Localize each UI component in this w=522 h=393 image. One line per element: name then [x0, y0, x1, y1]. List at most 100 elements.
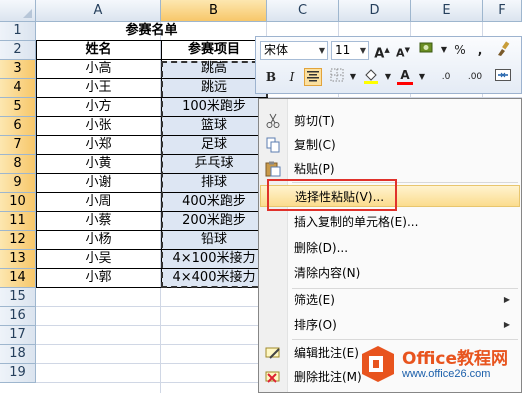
submenu-arrow-icon: ▶ — [503, 295, 510, 304]
name-cell[interactable]: 小高 — [36, 60, 161, 79]
row-header-8[interactable]: 8 — [0, 155, 36, 174]
decrease-decimal-button[interactable]: .00 — [462, 68, 488, 86]
menu-item-label: 排序(O) — [294, 318, 337, 332]
menu-item-paste[interactable]: 粘贴(P) — [260, 158, 520, 180]
menu-item-sort[interactable]: 排序(O) ▶ — [260, 314, 520, 336]
column-header-a[interactable]: A — [36, 0, 161, 22]
table-border — [36, 40, 268, 41]
watermark: Office教程网 www.office26.com — [356, 338, 522, 393]
chevron-down-icon[interactable]: ▼ — [360, 42, 366, 59]
row-header-18[interactable]: 18 — [0, 345, 36, 364]
name-cell[interactable]: 小吴 — [36, 250, 161, 269]
percent-button[interactable]: % — [451, 41, 469, 59]
row-header-12[interactable]: 12 — [0, 231, 36, 250]
name-cell[interactable]: 小周 — [36, 193, 161, 212]
center-align-button[interactable] — [304, 68, 322, 86]
chevron-down-icon[interactable]: ▼ — [413, 68, 431, 86]
table-title-cell[interactable]: 参赛名单 — [36, 22, 267, 41]
menu-item-insert-copied-cells[interactable]: 插入复制的单元格(E)... — [260, 211, 520, 233]
name-cell[interactable]: 小郑 — [36, 136, 161, 155]
row-header-14[interactable]: 14 — [0, 269, 36, 288]
menu-item-label: 编辑批注(E) — [294, 346, 359, 360]
row-header-4[interactable]: 4 — [0, 79, 36, 98]
table-border — [36, 59, 268, 60]
chevron-down-icon[interactable]: ▼ — [379, 68, 397, 86]
merge-icon — [495, 69, 511, 81]
column-header-e[interactable]: E — [411, 0, 483, 22]
row-header-1[interactable]: 1 — [0, 22, 36, 41]
row-header-5[interactable]: 5 — [0, 98, 36, 117]
align-center-icon — [307, 71, 319, 82]
copy-icon — [265, 137, 281, 153]
watermark-url: www.office26.com — [402, 368, 491, 380]
row-header-7[interactable]: 7 — [0, 136, 36, 155]
name-cell[interactable]: 小张 — [36, 117, 161, 136]
font-name-value: 宋体 — [264, 43, 289, 57]
accounting-format-button[interactable] — [418, 41, 436, 59]
submenu-arrow-icon: ▶ — [503, 320, 510, 329]
menu-item-delete[interactable]: 删除(D)... — [260, 237, 520, 259]
select-all-corner[interactable] — [0, 0, 36, 22]
paste-icon — [265, 161, 281, 177]
column-header-d[interactable]: D — [339, 0, 411, 22]
name-cell[interactable]: 小郭 — [36, 269, 161, 288]
name-cell[interactable]: 小王 — [36, 79, 161, 98]
name-cell[interactable]: 小方 — [36, 98, 161, 117]
row-header-6[interactable]: 6 — [0, 117, 36, 136]
header-cell-event[interactable]: 参赛项目 — [161, 41, 267, 60]
delete-comment-icon — [265, 369, 281, 385]
highlight-box — [267, 179, 397, 211]
column-header-c[interactable]: C — [267, 0, 339, 22]
row-header-11[interactable]: 11 — [0, 212, 36, 231]
edit-comment-icon — [265, 345, 281, 361]
comma-button[interactable]: , — [471, 41, 489, 59]
name-cell[interactable]: 小谢 — [36, 174, 161, 193]
format-painter-button[interactable] — [494, 41, 512, 59]
name-cell[interactable]: 小黄 — [36, 155, 161, 174]
name-cell[interactable]: 小杨 — [36, 231, 161, 250]
menu-item-label: 复制(C) — [294, 138, 336, 152]
row-header-17[interactable]: 17 — [0, 326, 36, 345]
font-size-value: 11 — [335, 43, 351, 57]
row-header-15[interactable]: 15 — [0, 288, 36, 307]
mini-toolbar: 宋体 ▼ 11 ▼ A▲ A▼ ▼ % , B I ▼ ▼ A ▼ .0 .00 — [255, 36, 522, 94]
office-logo-icon — [362, 346, 394, 382]
merge-center-button[interactable] — [494, 68, 512, 86]
shrink-font-button[interactable]: A▼ — [394, 41, 412, 60]
menu-item-label: 删除(D)... — [294, 241, 349, 255]
menu-item-filter[interactable]: 筛选(E) ▶ — [260, 289, 520, 311]
increase-decimal-button[interactable]: .0 — [434, 68, 458, 86]
row-header-2[interactable]: 2 — [0, 41, 36, 60]
row-header-10[interactable]: 10 — [0, 193, 36, 212]
brush-icon — [498, 41, 510, 56]
menu-item-cut[interactable]: 剪切(T) — [260, 110, 520, 132]
italic-button[interactable]: I — [283, 68, 301, 86]
menu-item-clear-contents[interactable]: 清除内容(N) — [260, 262, 520, 284]
name-cell[interactable]: 小蔡 — [36, 212, 161, 231]
border-icon — [330, 68, 344, 82]
font-name-combo[interactable]: 宋体 ▼ — [260, 41, 328, 60]
menu-item-label: 粘贴(P) — [294, 162, 335, 176]
column-header-b[interactable]: B — [161, 0, 267, 22]
font-color-button[interactable]: A — [396, 68, 414, 86]
watermark-name: Office教程网 — [402, 349, 509, 369]
menu-item-label: 插入复制的单元格(E)... — [294, 215, 419, 229]
grow-font-button[interactable]: A▲ — [373, 41, 391, 61]
menu-item-label: 剪切(T) — [294, 114, 335, 128]
scissors-icon — [265, 113, 281, 129]
row-header-16[interactable]: 16 — [0, 307, 36, 326]
row-header-13[interactable]: 13 — [0, 250, 36, 269]
row-header-3[interactable]: 3 — [0, 60, 36, 79]
bold-button[interactable]: B — [262, 68, 280, 86]
menu-item-copy[interactable]: 复制(C) — [260, 134, 520, 156]
font-size-combo[interactable]: 11 ▼ — [331, 41, 369, 60]
fill-color-button[interactable] — [362, 68, 380, 86]
row-header-9[interactable]: 9 — [0, 174, 36, 193]
row-header-19[interactable]: 19 — [0, 364, 36, 383]
column-header-f[interactable]: F — [483, 0, 522, 22]
accounting-icon — [419, 42, 433, 53]
chevron-down-icon[interactable]: ▼ — [319, 42, 325, 59]
menu-item-label: 删除批注(M) — [294, 370, 362, 384]
chevron-down-icon[interactable]: ▼ — [344, 68, 362, 86]
header-cell-name[interactable]: 姓名 — [36, 41, 161, 60]
